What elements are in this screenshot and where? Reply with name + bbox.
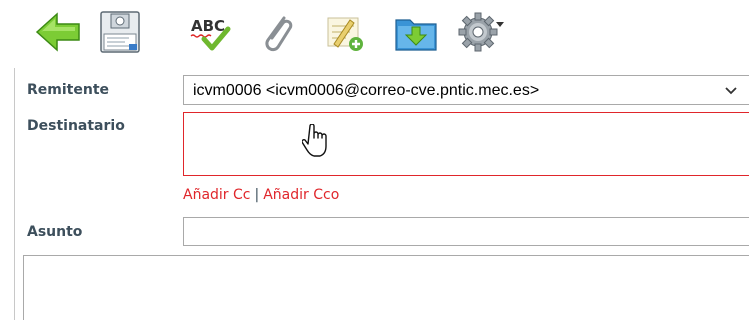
paperclip-icon (265, 16, 293, 52)
spellcheck-button[interactable]: ABC (184, 6, 236, 58)
chevron-down-icon (725, 87, 737, 95)
add-cc-link[interactable]: Añadir Cc (183, 187, 250, 203)
to-label: Destinatario (27, 118, 125, 134)
compose-toolbar: ABC (0, 0, 749, 68)
signature-icon (327, 17, 363, 51)
add-bcc-link[interactable]: Añadir Cco (263, 187, 339, 203)
from-label: Remitente (27, 82, 110, 98)
signature-button[interactable] (320, 6, 372, 58)
save-to-folder-button[interactable] (390, 6, 442, 58)
save-button[interactable] (94, 6, 146, 58)
subject-input[interactable] (183, 217, 749, 246)
arrow-left-icon (35, 12, 80, 52)
to-field[interactable] (183, 112, 749, 176)
subject-label: Asunto (27, 224, 83, 240)
gear-icon (458, 12, 504, 52)
spellcheck-icon: ABC (190, 17, 231, 51)
attach-button[interactable] (252, 6, 304, 58)
dropdown-arrow-icon (496, 22, 504, 27)
cc-bcc-links: Añadir Cc | Añadir Cco (183, 187, 339, 203)
left-divider (14, 68, 15, 320)
back-button[interactable] (32, 6, 84, 58)
message-body[interactable] (23, 255, 749, 320)
save-icon (100, 11, 140, 53)
folder-download-icon (395, 19, 437, 51)
options-button[interactable] (456, 6, 508, 58)
svg-text:ABC: ABC (191, 17, 225, 35)
from-select[interactable]: icvm0006 <icvm0006@correo-cve.pntic.mec.… (183, 75, 749, 105)
link-separator: | (254, 187, 260, 203)
from-value: icvm0006 <icvm0006@correo-cve.pntic.mec.… (193, 82, 540, 99)
